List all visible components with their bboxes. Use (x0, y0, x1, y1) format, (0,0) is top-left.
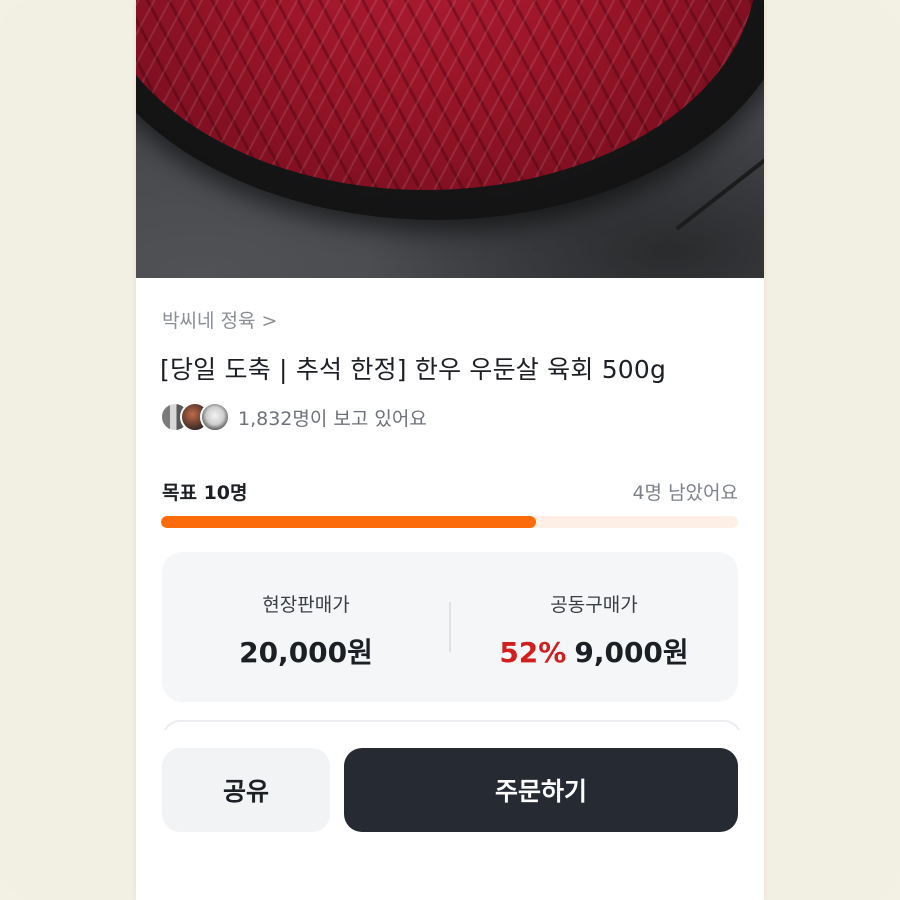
bottom-action-bar: 공유 주문하기 (136, 730, 764, 900)
shop-link[interactable]: 박씨네 정육 > (162, 306, 277, 333)
viewer-avatars (160, 402, 230, 432)
product-detail-screen: 박씨네 정육 > [당일 도축 | 추석 한정] 한우 우둔살 육회 500g 1… (136, 0, 764, 900)
avatar (200, 402, 230, 432)
viewers-text: 1,832명이 보고 있어요 (238, 407, 427, 430)
onsite-price: 현장판매가 20,000원 (162, 590, 450, 671)
product-title: [당일 도축 | 추석 한정] 한우 우둔살 육회 500g (160, 355, 667, 384)
discount-rate: 52% (499, 636, 567, 669)
goal-label: 목표 10명 (162, 482, 248, 504)
price-comparison: 현장판매가 20,000원 공동구매가 52% 9,000원 (162, 552, 738, 702)
share-button[interactable]: 공유 (162, 748, 330, 832)
onsite-price-label: 현장판매가 (262, 594, 350, 616)
group-price-label: 공동구매가 (550, 594, 638, 616)
onsite-price-value: 20,000원 (239, 636, 373, 669)
chevron-right-icon: > (261, 310, 278, 332)
group-price: 공동구매가 52% 9,000원 (450, 590, 738, 671)
goal-progress-bar (161, 516, 738, 528)
order-button[interactable]: 주문하기 (344, 748, 738, 832)
viewer-count: 1,832명이 보고 있어요 (160, 402, 427, 432)
shop-name: 박씨네 정육 (162, 310, 256, 332)
group-price-value-row: 52% 9,000원 (450, 631, 738, 671)
group-price-value: 9,000원 (574, 636, 689, 669)
product-photo (136, 0, 764, 278)
goal-progress-fill (161, 516, 537, 528)
remaining-text: 4명 남았어요 (632, 482, 738, 504)
